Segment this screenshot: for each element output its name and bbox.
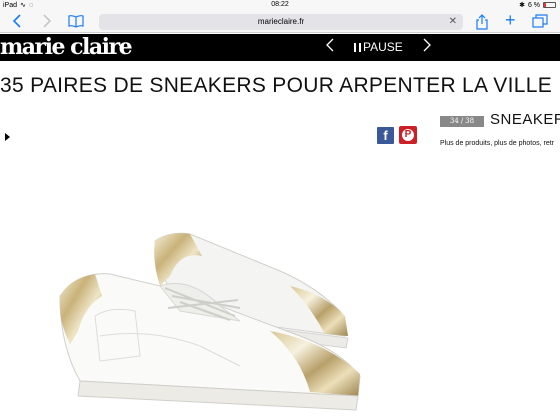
site-header: marie claire PAUSE (0, 34, 560, 61)
bluetooth-icon: ✱ (519, 2, 525, 9)
slide-current: 34 (449, 117, 459, 125)
back-button[interactable] (12, 14, 22, 31)
facebook-icon: f (383, 128, 388, 143)
status-right: ✱ 6 % (519, 1, 556, 9)
play-icon[interactable] (5, 133, 10, 141)
new-tab-button[interactable]: + (505, 10, 516, 30)
url-text: marieclaire.fr (257, 17, 305, 26)
tabs-button[interactable] (532, 14, 548, 31)
bookmarks-button[interactable] (68, 14, 84, 31)
sneaker-product-image (59, 232, 361, 411)
book-icon (68, 15, 84, 28)
chevron-right-icon (43, 14, 52, 28)
clear-icon[interactable]: ✕ (449, 14, 457, 30)
tabs-icon (532, 14, 548, 28)
battery-icon (543, 2, 556, 8)
browser-toolbar: marieclaire.fr ✕ + (0, 11, 560, 33)
plus-icon: + (505, 10, 516, 30)
article-headline: 35 PAIRES DE SNEAKERS POUR ARPENTER LA V… (0, 74, 553, 97)
forward-button[interactable] (42, 14, 52, 31)
pause-icon (354, 42, 361, 52)
pinterest-icon: P (402, 129, 414, 141)
share-button[interactable] (476, 14, 488, 33)
chevron-right-icon (423, 38, 431, 52)
pause-label: PAUSE (363, 40, 403, 54)
battery-percent: 6 % (527, 1, 540, 9)
share-icon (476, 14, 488, 30)
slide-title: SNEAKER (490, 111, 560, 128)
site-logo[interactable]: marie claire (0, 35, 133, 59)
previous-slide-button[interactable] (326, 38, 334, 57)
chevron-left-icon (12, 14, 21, 28)
pinterest-share-button[interactable]: P (399, 126, 417, 144)
chevron-left-icon (326, 38, 334, 52)
slide-counter: 34/38 (440, 116, 484, 127)
facebook-share-button[interactable]: f (377, 127, 394, 144)
pause-button[interactable]: PAUSE (354, 40, 403, 54)
next-slide-button[interactable] (423, 38, 431, 57)
status-bar: iPad ∿ ◌ 08:22 ✱ 6 % (0, 0, 560, 11)
address-bar[interactable]: marieclaire.fr ✕ (99, 14, 463, 30)
slide-subtitle: Plus de produits, plus de photos, retr (440, 140, 555, 147)
slide-total: 38 (465, 117, 475, 125)
status-time: 08:22 (271, 1, 289, 8)
